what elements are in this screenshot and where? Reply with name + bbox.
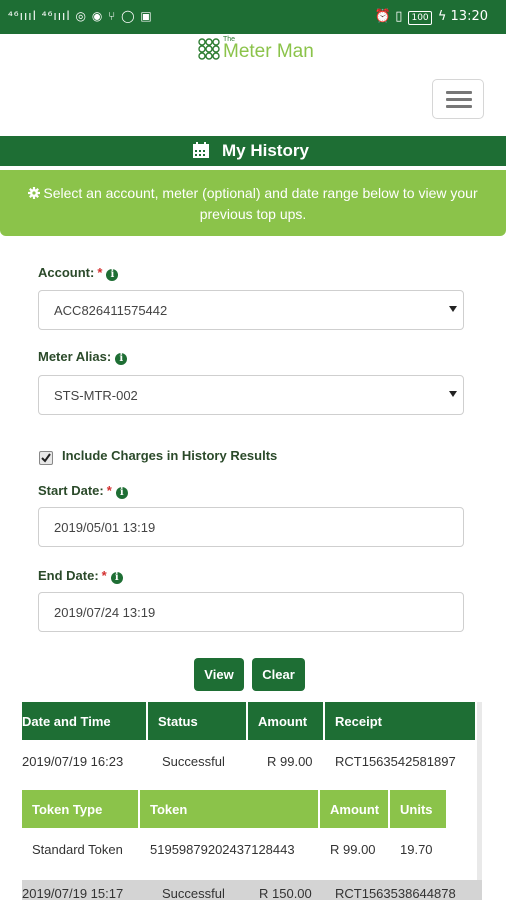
account-select[interactable]: ACC826411575442: [38, 290, 464, 330]
brand-name: Meter Man: [223, 41, 314, 62]
table-cell: 51959879202437128443: [150, 842, 295, 857]
table-cell: Successful: [162, 886, 225, 900]
account-label: Account: * i: [38, 265, 119, 281]
info-icon[interactable]: i: [110, 572, 123, 584]
meter-alias-select[interactable]: STS-MTR-002: [38, 375, 464, 415]
table-cell: Standard Token: [32, 842, 123, 857]
info-icon[interactable]: i: [106, 269, 119, 281]
view-button[interactable]: View: [194, 658, 244, 691]
hamburger-icon-line: [446, 91, 472, 94]
column-header[interactable]: Token Type: [22, 790, 140, 828]
required-marker: *: [101, 568, 107, 583]
table-cell: 2019/07/19 16:23: [22, 754, 124, 769]
banner-text: Select an account, meter (optional) and …: [43, 185, 478, 222]
alarm-icon: ⏰: [374, 9, 392, 24]
end-date-label: End Date: * i: [38, 568, 123, 584]
table-row[interactable]: 2019/07/19 16:23 Successful R 99.00 RCT1…: [22, 740, 482, 780]
table-cell: RCT1563542581897: [335, 754, 456, 769]
column-header[interactable]: Status: [148, 702, 248, 740]
status-right: ⏰ ▯ 100 ϟ 13:20: [375, 9, 488, 25]
table-cell: Successful: [162, 754, 225, 769]
page-title: My History: [222, 141, 309, 160]
required-marker: *: [106, 483, 112, 498]
end-date-label-text: End Date:: [38, 568, 99, 583]
info-icon[interactable]: i: [115, 353, 128, 365]
status-bar: ⁴⁶ıııl ⁴⁶ıııl ◎ ◉ ⑂ ◯ ▣ ⏰ ▯ 100 ϟ 13:20: [0, 0, 506, 34]
table-cell: R 99.00: [267, 754, 313, 769]
account-select-value: ACC826411575442: [54, 303, 168, 318]
end-date-value: 2019/07/24 13:19: [54, 605, 156, 620]
column-header[interactable]: Receipt: [325, 702, 477, 740]
info-icon[interactable]: i: [115, 487, 128, 499]
account-label-text: Account:: [38, 265, 95, 280]
column-header[interactable]: Units: [390, 790, 446, 828]
table-row[interactable]: Standard Token 51959879202437128443 R 99…: [22, 828, 446, 872]
calendar-icon: [193, 142, 209, 158]
start-date-label-text: Start Date:: [38, 483, 104, 498]
table-cell: 2019/07/19 15:17: [22, 886, 124, 900]
status-indicators: ⁴⁶ıııl ⁴⁶ıııl ◎ ◉ ⑂ ◯ ▣: [8, 9, 153, 23]
checkmark-icon: [41, 453, 51, 463]
table-cell: 19.70: [400, 842, 433, 857]
column-header[interactable]: Token: [140, 790, 320, 828]
dropdown-caret-icon: [449, 306, 457, 312]
clock: 13:20: [450, 9, 488, 24]
required-marker: *: [97, 265, 103, 280]
logo-dots-icon: [198, 38, 220, 60]
include-charges-checkbox[interactable]: [39, 451, 53, 465]
end-date-input[interactable]: 2019/07/24 13:19: [38, 592, 464, 632]
table-cell: RCT1563538644878: [335, 886, 456, 900]
meter-alias-select-value: STS-MTR-002: [54, 388, 138, 403]
page-title-bar: My History: [0, 136, 506, 166]
vibrate-icon: ▯: [395, 9, 403, 24]
table-scrollbar[interactable]: [477, 702, 482, 900]
hamburger-icon-line: [446, 105, 472, 108]
column-header[interactable]: Amount: [248, 702, 325, 740]
history-table-header: Date and Time Status Amount Receipt: [22, 702, 482, 740]
start-date-input[interactable]: 2019/05/01 13:19: [38, 507, 464, 547]
info-banner: Select an account, meter (optional) and …: [0, 170, 506, 236]
meter-alias-label-text: Meter Alias:: [38, 349, 112, 364]
charging-icon: ϟ: [437, 9, 447, 24]
meter-alias-label: Meter Alias: i: [38, 349, 128, 365]
menu-button[interactable]: [432, 79, 484, 119]
token-table-header: Token Type Token Amount Units: [22, 790, 446, 828]
battery-icon: 100: [408, 11, 432, 25]
hamburger-icon-line: [446, 98, 472, 101]
dropdown-caret-icon: [449, 391, 457, 397]
gear-icon: [28, 187, 41, 199]
include-charges-label[interactable]: Include Charges in History Results: [62, 448, 277, 463]
table-cell: R 99.00: [330, 842, 376, 857]
start-date-value: 2019/05/01 13:19: [54, 520, 156, 535]
column-header[interactable]: Date and Time: [22, 702, 148, 740]
column-header[interactable]: Amount: [320, 790, 390, 828]
clear-button[interactable]: Clear: [252, 658, 305, 691]
table-cell: R 150.00: [259, 886, 312, 900]
start-date-label: Start Date: * i: [38, 483, 128, 499]
table-row[interactable]: 2019/07/19 15:17 Successful R 150.00 RCT…: [22, 880, 482, 900]
